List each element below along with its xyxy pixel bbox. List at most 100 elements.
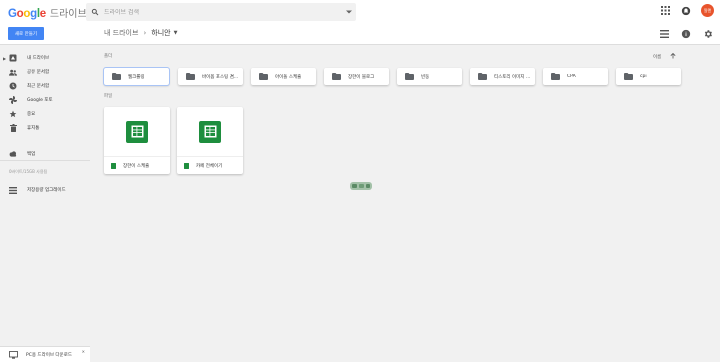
folder-item[interactable]: 웹크롤링 xyxy=(103,67,170,86)
sidebar-item-label: 내 드라이브 xyxy=(27,56,50,61)
folder-item[interactable]: 장한이 블로그 xyxy=(324,68,389,85)
sheets-icon xyxy=(111,162,116,169)
list-view-icon[interactable] xyxy=(658,28,670,40)
account-area: 알랜 xyxy=(659,4,714,17)
top-bar: Google 드라이브 알랜 xyxy=(0,0,720,24)
expand-arrow-icon[interactable]: ▶ xyxy=(3,56,6,61)
apps-grid-icon[interactable] xyxy=(659,5,671,17)
breadcrumb-current[interactable]: 하니안 xyxy=(151,28,170,38)
sidebar-item-label: 휴지통 xyxy=(27,126,40,131)
folders-section-label: 폴더 xyxy=(104,54,113,59)
photos-icon xyxy=(9,96,17,104)
sidebar-item-starred[interactable]: 중요 xyxy=(0,108,90,120)
folder-icon xyxy=(259,73,268,80)
sidebar-item-trash[interactable]: 휴지통 xyxy=(0,122,90,134)
logo-letter: g xyxy=(30,8,37,20)
folder-icon xyxy=(478,73,487,80)
file-footer: 카페 전체이기 xyxy=(177,157,243,174)
sidebar-item-photos[interactable]: Google 포토 xyxy=(0,94,90,106)
product-name: 드라이브 xyxy=(49,9,87,20)
breadcrumb: 내 드라이브 › 하니안 ▼ xyxy=(104,28,177,38)
clock-icon xyxy=(9,82,17,90)
folder-name: 티스토리 이미지 뉴... xyxy=(494,74,534,80)
folder-icon xyxy=(551,73,560,80)
search-icon[interactable] xyxy=(86,3,104,21)
sort-control[interactable]: 이름 xyxy=(653,52,676,61)
folder-item[interactable]: 아이돌 스케쥴 xyxy=(251,68,316,85)
folder-name: CPA xyxy=(567,74,576,79)
download-drive-label: PC용 드라이브 다운로드 xyxy=(26,352,72,358)
file-name: 카페 전체이기 xyxy=(196,163,223,169)
file-thumbnail xyxy=(104,107,170,157)
folder-name: 바이옵 포스팅 겸... xyxy=(202,74,239,80)
new-button[interactable]: 새로 만들기 xyxy=(8,27,44,40)
logo-letter: G xyxy=(8,8,17,20)
file-footer: 장한이 스케쥴 xyxy=(104,157,170,174)
file-name: 장한이 스케쥴 xyxy=(123,163,150,169)
main-content: 폴더 이름 웹크롤링 바이옵 포스팅 겸... 아이돌 스케쥴 장한이 블로그 … xyxy=(100,45,720,362)
sidebar-item-my-drive[interactable]: ▶ 내 드라이브 xyxy=(0,52,90,64)
sidebar-item-label: 중요 xyxy=(27,112,36,117)
folder-icon xyxy=(332,73,341,80)
folder-item[interactable]: 바이옵 포스팅 겸... xyxy=(178,68,243,85)
folder-name: 빈둥 xyxy=(421,74,430,80)
sidebar-item-upgrade-storage[interactable]: 저장용량 업그레이드 xyxy=(0,184,90,196)
drive-icon xyxy=(9,54,17,62)
folder-icon xyxy=(112,73,121,80)
people-icon xyxy=(9,68,17,76)
gear-icon[interactable] xyxy=(702,28,714,40)
sidebar: ▶ 내 드라이브 공유 문서함 최근 문서함 Google 포토 중요 휴지통 xyxy=(0,45,90,362)
folder-name: 아이돌 스케쥴 xyxy=(275,74,302,80)
search-options-caret-icon[interactable] xyxy=(342,3,356,21)
sidebar-item-label: 최근 문서함 xyxy=(27,84,50,89)
trash-icon xyxy=(9,124,17,132)
folder-item[interactable]: 티스토리 이미지 뉴... xyxy=(470,68,535,85)
storage-icon xyxy=(9,186,17,194)
cloud-icon xyxy=(9,150,17,158)
sidebar-item-shared[interactable]: 공유 문서함 xyxy=(0,66,90,78)
google-wordmark: Google xyxy=(8,8,46,20)
folder-name: 웹크롤링 xyxy=(128,74,145,80)
star-icon xyxy=(9,110,17,118)
notifications-icon[interactable] xyxy=(680,5,692,17)
file-card[interactable]: 카페 전체이기 xyxy=(177,107,243,174)
file-card[interactable]: 장한이 스케쥴 xyxy=(104,107,170,174)
sidebar-item-label: Google 포토 xyxy=(27,98,53,103)
folder-item[interactable]: cpi xyxy=(616,68,681,85)
close-icon[interactable]: ✕ xyxy=(82,349,85,354)
chevron-down-icon[interactable]: ▼ xyxy=(174,30,178,36)
info-icon[interactable] xyxy=(680,28,692,40)
drag-cursor-icon xyxy=(349,176,373,190)
sheets-icon xyxy=(199,120,221,143)
sheets-icon xyxy=(184,162,189,169)
folder-name: 장한이 블로그 xyxy=(348,74,375,80)
chevron-right-icon: › xyxy=(143,29,147,37)
sidebar-item-label: 공유 문서함 xyxy=(27,70,50,75)
search-input[interactable] xyxy=(104,8,342,16)
sidebar-item-label: 저장용량 업그레이드 xyxy=(27,188,66,193)
folder-icon xyxy=(405,73,414,80)
sheets-icon xyxy=(126,120,148,143)
sidebar-item-backup[interactable]: 백업 xyxy=(0,148,90,160)
arrow-up-icon[interactable] xyxy=(670,52,676,61)
computer-icon xyxy=(7,349,19,361)
search-bar xyxy=(86,3,356,21)
file-thumbnail xyxy=(177,107,243,157)
storage-usage-text: 0바이트/15GB 사용됨 xyxy=(9,169,48,174)
avatar[interactable]: 알랜 xyxy=(701,4,714,17)
download-drive-banner[interactable]: PC용 드라이브 다운로드 ✕ xyxy=(0,346,90,362)
breadcrumb-root[interactable]: 내 드라이브 xyxy=(104,28,138,38)
sidebar-divider xyxy=(0,160,90,161)
folder-name: cpi xyxy=(640,74,647,79)
folder-item[interactable]: CPA xyxy=(543,68,608,85)
folder-item[interactable]: 빈둥 xyxy=(397,68,462,85)
logo-letter: e xyxy=(39,8,46,20)
view-controls xyxy=(658,28,714,40)
sort-label: 이름 xyxy=(653,55,662,60)
toolbar: 새로 만들기 내 드라이브 › 하니안 ▼ xyxy=(0,24,720,45)
sidebar-item-recent[interactable]: 최근 문서함 xyxy=(0,80,90,92)
drive-logo[interactable]: Google 드라이브 xyxy=(8,5,87,20)
folder-icon xyxy=(186,73,195,80)
folder-icon xyxy=(624,73,633,80)
files-section-label: 파일 xyxy=(104,94,113,99)
